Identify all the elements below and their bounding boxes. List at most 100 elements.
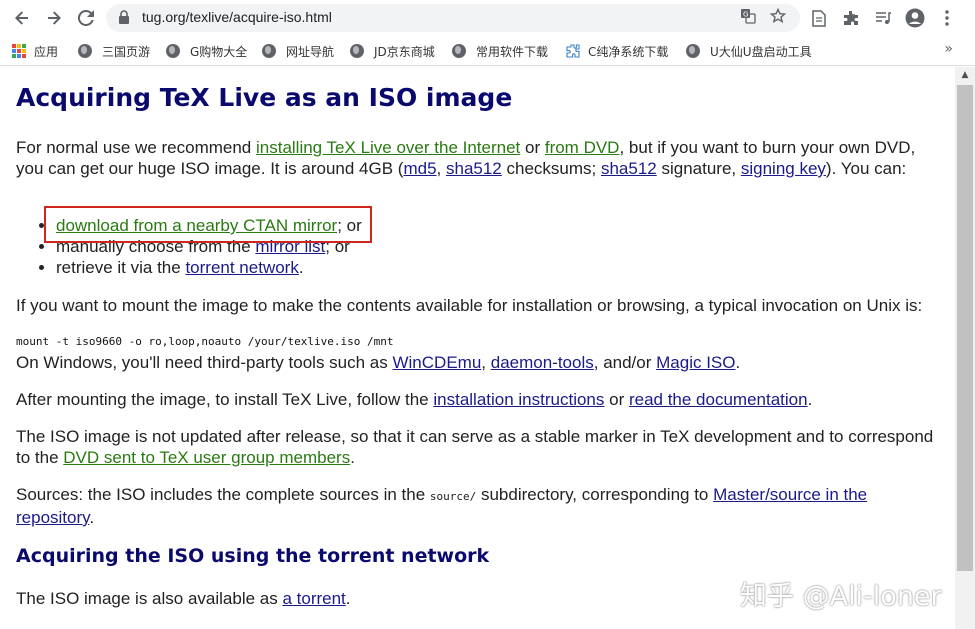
svg-text:G: G (743, 11, 748, 19)
link-a-torrent[interactable]: a torrent (282, 589, 345, 608)
link-read-documentation[interactable]: read the documentation (629, 390, 808, 409)
list-item: retrieve it via the torrent network. (56, 257, 362, 278)
bookmark-item[interactable]: 三国页游 (78, 42, 150, 60)
text: checksums; (501, 159, 601, 178)
text: . (807, 390, 813, 409)
apps-grid-icon (12, 44, 26, 58)
bookmark-label: U大仙U盘启动工具 (710, 44, 812, 59)
globe-icon (452, 44, 466, 58)
bookmark-apps[interactable]: 应用 (12, 42, 58, 60)
globe-icon (166, 44, 180, 58)
scrollbar-thumb[interactable] (957, 85, 973, 571)
globe-icon (350, 44, 364, 58)
browser-toolbar: tug.org/texlive/acquire-iso.html G (0, 0, 975, 36)
text: . (345, 589, 351, 608)
link-sha512-checksum[interactable]: sha512 (446, 159, 502, 178)
link-torrent-network[interactable]: torrent network (185, 258, 298, 277)
text: manually choose from the (56, 237, 256, 256)
translate-icon[interactable]: G (738, 8, 758, 28)
text: or (604, 390, 629, 409)
lock-icon[interactable] (118, 10, 130, 29)
bookmark-item[interactable]: U大仙U盘启动工具 (686, 42, 812, 60)
reload-icon[interactable] (74, 6, 98, 30)
link-from-dvd[interactable]: from DVD (545, 138, 620, 157)
intro-paragraph: For normal use we recommend installing T… (16, 137, 944, 179)
text: The ISO image is also available as (16, 589, 283, 608)
star-icon[interactable] (768, 7, 788, 28)
text: For normal use we recommend (16, 138, 256, 157)
globe-icon (78, 44, 92, 58)
link-magic-iso[interactable]: Magic ISO (656, 353, 735, 372)
bookmark-label: 常用软件下载 (476, 44, 549, 59)
forward-icon[interactable] (42, 6, 66, 30)
text: ; or (337, 216, 362, 235)
text: ). You can: (825, 159, 907, 178)
link-wincdemu[interactable]: WinCDEmu (392, 353, 481, 372)
text: retrieve it via the (56, 258, 186, 277)
bookmark-item[interactable]: G购物大全 (166, 42, 247, 60)
link-ctan-mirror[interactable]: download from a nearby CTAN mirror (56, 216, 337, 235)
text: , and/or (593, 353, 657, 372)
globe-icon (262, 44, 276, 58)
after-mount-paragraph: After mounting the image, to install TeX… (16, 389, 944, 410)
bookmarks-overflow-icon[interactable]: » (944, 41, 953, 57)
bookmark-item[interactable]: 网址导航 (262, 42, 334, 60)
bookmark-label: 三国页游 (102, 44, 151, 59)
text: After mounting the image, to install TeX… (16, 390, 434, 409)
link-mirror-list[interactable]: mirror list (255, 237, 325, 256)
bookmark-label: C纯净系统下载 (588, 44, 669, 59)
bookmark-item[interactable]: 常用软件下载 (452, 42, 548, 60)
url-text[interactable]: tug.org/texlive/acquire-iso.html (142, 9, 332, 25)
bookmarks-bar: 应用 三国页游 G购物大全 网址导航 JD京东商城 常用软件下载 C纯净系统下载… (0, 36, 975, 66)
link-installation-instructions[interactable]: installation instructions (433, 390, 604, 409)
update-paragraph: The ISO image is not updated after relea… (16, 426, 944, 468)
watermark: 知乎 @Ali-loner (740, 581, 942, 612)
bookmark-apps-label: 应用 (34, 44, 59, 59)
text: signature, (656, 159, 741, 178)
text: , (481, 353, 491, 372)
bookmark-label: 网址导航 (286, 44, 335, 59)
extensions-icon[interactable] (840, 7, 862, 29)
reading-list-icon[interactable] (808, 7, 830, 29)
page-scrollbar[interactable]: ▲ (955, 67, 975, 629)
list-item: manually choose from the mirror list; or (56, 236, 362, 257)
profile-icon[interactable] (904, 7, 926, 29)
page-title: Acquiring TeX Live as an ISO image (16, 83, 513, 112)
sources-paragraph: Sources: the ISO includes the complete s… (16, 484, 944, 528)
address-bar[interactable]: tug.org/texlive/acquire-iso.html G (106, 4, 800, 32)
menu-icon[interactable] (936, 7, 958, 29)
text: or (520, 138, 545, 157)
text: . (89, 508, 95, 527)
text: . (735, 353, 741, 372)
bookmark-label: JD京东商城 (374, 44, 435, 59)
scroll-up-arrow-icon[interactable]: ▲ (955, 67, 975, 84)
source-dir-code: source/ (429, 490, 477, 503)
text: . (350, 448, 355, 467)
download-options-list: download from a nearby CTAN mirror; or m… (16, 215, 362, 278)
globe-icon (686, 44, 700, 58)
link-md5[interactable]: md5 (403, 159, 436, 178)
link-dvd-tug-members[interactable]: DVD sent to TeX user group members (63, 448, 350, 467)
mount-command: mount -t iso9660 -o ro,loop,noauto /your… (16, 335, 394, 348)
text: On Windows, you'll need third-party tool… (16, 353, 393, 372)
text: . (298, 258, 304, 277)
list-item: download from a nearby CTAN mirror; or (56, 215, 362, 236)
text: Sources: the ISO includes the complete s… (16, 485, 430, 504)
bookmark-item[interactable]: JD京东商城 (350, 42, 435, 60)
media-icon[interactable] (872, 7, 894, 29)
link-daemon-tools[interactable]: daemon-tools (491, 353, 594, 372)
back-icon[interactable] (10, 6, 34, 30)
text: , (436, 159, 446, 178)
bookmark-item[interactable]: C纯净系统下载 (566, 42, 668, 60)
windows-paragraph: On Windows, you'll need third-party tool… (16, 352, 944, 373)
text: ; or (325, 237, 350, 256)
mount-paragraph: If you want to mount the image to make t… (16, 296, 923, 315)
bookmark-label: G购物大全 (190, 44, 248, 59)
link-install-internet[interactable]: installing TeX Live over the Internet (256, 138, 520, 157)
torrent-heading: Acquiring the ISO using the torrent netw… (16, 545, 490, 567)
puzzle-icon (566, 44, 580, 58)
link-signing-key[interactable]: signing key (741, 159, 826, 178)
text: subdirectory, corresponding to (476, 485, 714, 504)
page-viewport: Acquiring TeX Live as an ISO image For n… (0, 67, 955, 629)
link-sha512-signature[interactable]: sha512 (601, 159, 657, 178)
